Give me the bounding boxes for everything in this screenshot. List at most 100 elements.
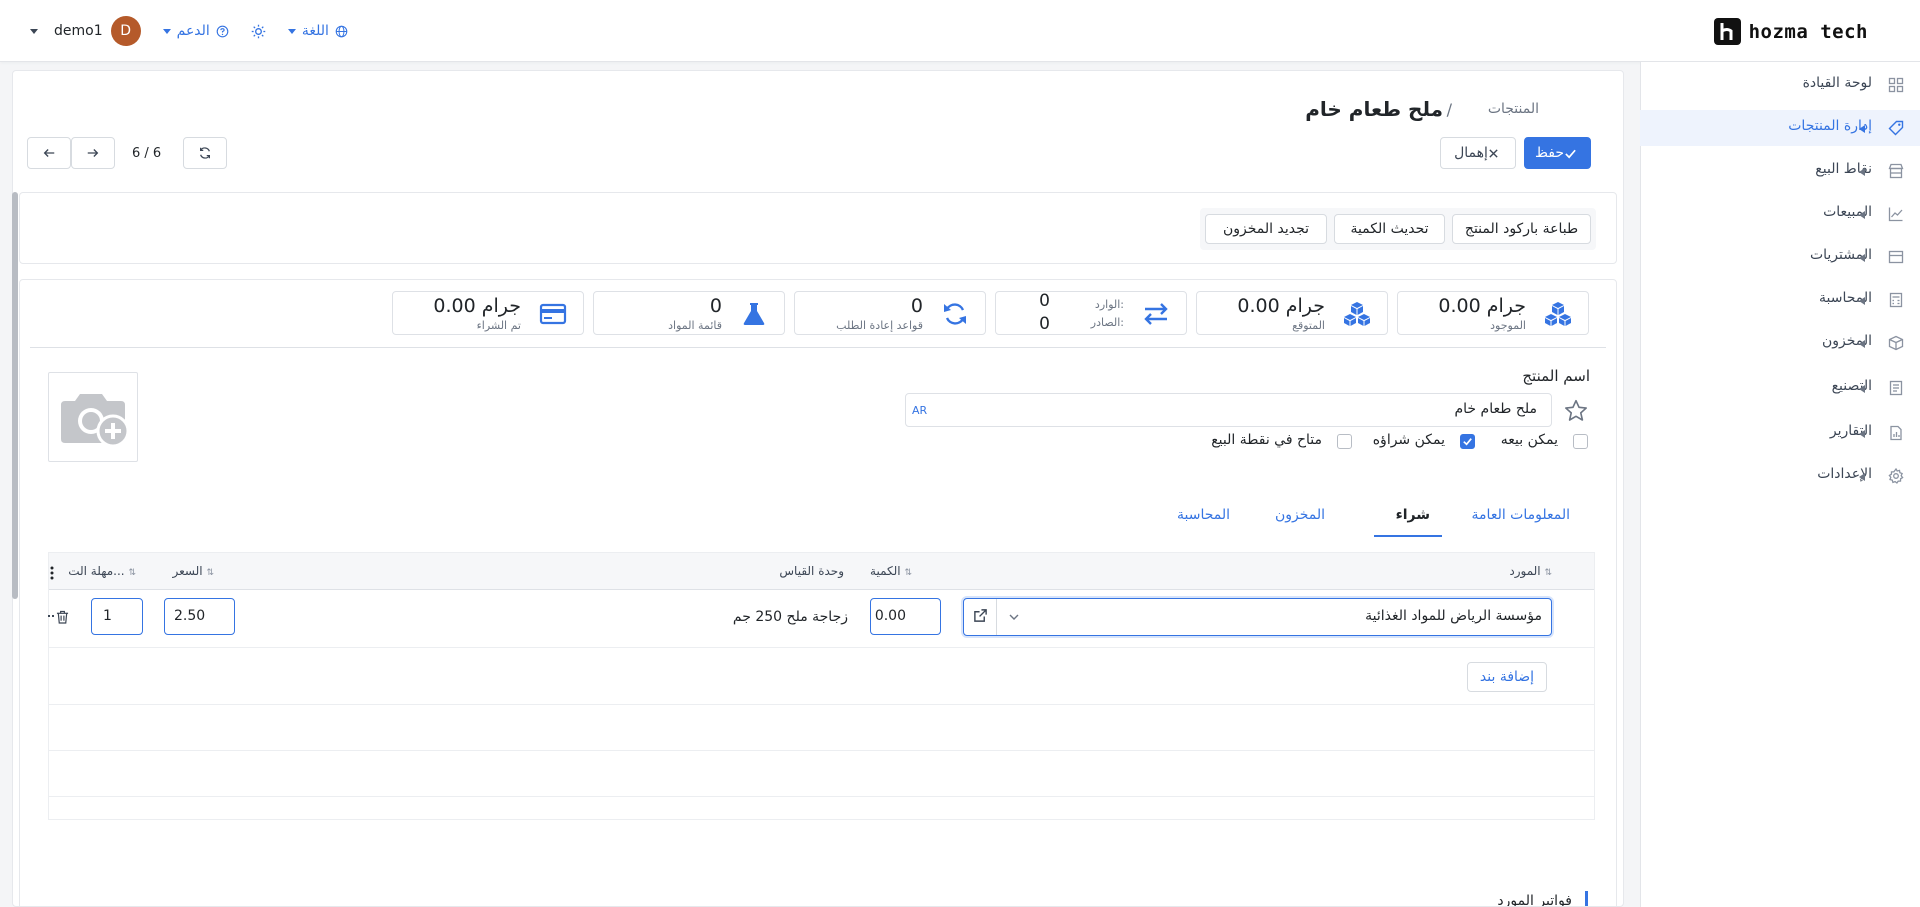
sort-icon: ⇅ [1544, 568, 1552, 578]
row-divider [49, 796, 1594, 797]
caret-left-icon[interactable] [1859, 125, 1865, 133]
column-header-label: الكمية [870, 564, 901, 578]
caret-left-icon[interactable] [1859, 297, 1865, 305]
caret-left-icon[interactable] [1859, 211, 1865, 219]
stat-purchased[interactable]: 0.00 جرام تم الشراء [392, 291, 584, 335]
stat-in-out[interactable]: الوارد: 0 الصادر: 0 [995, 291, 1187, 335]
flask-icon [740, 301, 768, 327]
sidebar-item-dashboard[interactable]: لوحة القيادة [1640, 67, 1920, 103]
price-input[interactable]: 2.50 [164, 598, 235, 635]
caret-left-icon[interactable] [1859, 385, 1865, 393]
lead-time-value: 1 [103, 608, 112, 624]
can-sell-checkbox[interactable] [1573, 434, 1588, 449]
add-line-button[interactable]: إضافة بند [1467, 662, 1547, 692]
main-panel: المنتجات / ملح طعام خام حفظ إهمال 6 / 6 … [12, 70, 1624, 907]
stat-bom[interactable]: 0 قائمة المواد [593, 291, 785, 335]
available-in-pos-checkbox[interactable] [1337, 434, 1352, 449]
caret-left-icon[interactable] [1859, 473, 1865, 481]
actions-group: طباعة باركود المنتج تحديث الكمية تجديد ا… [1200, 208, 1596, 250]
column-options-icon[interactable] [49, 566, 55, 580]
column-header-label: مهلة الت... [68, 564, 125, 578]
avatar[interactable]: D [110, 16, 141, 46]
active-tab-indicator [1374, 535, 1442, 537]
vendor-select[interactable]: مؤسسة الرياض للمواد الغذائية [963, 598, 1552, 636]
outgoing-label: الصادر: [1090, 316, 1124, 329]
stat-value: 0.00 جرام [1237, 295, 1325, 317]
box-icon [1888, 335, 1904, 351]
incoming-value: 0 [1039, 291, 1050, 311]
can-sell-label: يمكن بيعه [1500, 432, 1558, 448]
chevron-down-icon[interactable] [1008, 611, 1020, 623]
incoming-label: الوارد: [1094, 298, 1124, 311]
sort-icon: ⇅ [128, 568, 136, 578]
refresh-button[interactable] [183, 137, 227, 169]
sidebar-item-sales[interactable]: المبيعات [1640, 196, 1920, 232]
external-link-icon [973, 608, 988, 623]
caret-left-icon[interactable] [1859, 430, 1865, 438]
refresh-icon [198, 146, 212, 160]
language-label: اللغة [301, 23, 329, 39]
lead-time-input[interactable]: 1 [91, 598, 143, 635]
sort-icon: ⇅ [206, 568, 214, 578]
sidebar-item-inventory[interactable]: المخزون [1640, 325, 1920, 361]
row-divider [49, 750, 1594, 751]
language-badge[interactable]: AR [912, 404, 927, 417]
tab-inventory[interactable]: المخزون [1275, 507, 1325, 523]
sidebar-item-settings[interactable]: الإعدادات [1640, 458, 1920, 494]
price-value: 2.50 [174, 608, 206, 624]
column-header-lead-time[interactable]: مهلة الت... ⇅ [68, 564, 136, 578]
can-buy-checkbox[interactable] [1460, 434, 1475, 449]
pager-value: 6 / 6 [132, 146, 162, 161]
update-quantity-button[interactable]: تحديث الكمية [1334, 214, 1445, 244]
sidebar-item-products[interactable]: إدارة المنتجات [1640, 110, 1920, 146]
sidebar-item-accounting[interactable]: المحاسبة [1640, 282, 1920, 318]
uom-value[interactable]: زجاجة ملح 250 جم [733, 609, 848, 625]
sidebar-item-label: التصنيع [1831, 378, 1872, 394]
star-icon[interactable] [1563, 398, 1589, 424]
caret-left-icon[interactable] [1859, 254, 1865, 262]
discard-button[interactable]: إهمال [1440, 137, 1516, 169]
globe-icon [335, 25, 348, 38]
calculator-icon [1888, 292, 1904, 308]
save-button[interactable]: حفظ [1524, 137, 1591, 169]
print-barcode-button[interactable]: طباعة باركود المنتج [1452, 214, 1591, 244]
tab-general-info[interactable]: المعلومات العامة [1472, 507, 1570, 523]
product-name-input[interactable]: ملح طعام خام AR [905, 393, 1552, 427]
table-header: المورد ⇅ الكمية ⇅ وحدة القياس السعر ⇅ مه… [49, 553, 1594, 590]
stat-on-hand[interactable]: 0.00 جرام الموجود [1397, 291, 1589, 335]
stat-reorder-rules[interactable]: 0 قواعد إعادة الطلب [794, 291, 986, 335]
brand-logo[interactable]: hozma tech [1713, 18, 1868, 45]
column-header-vendor[interactable]: المورد ⇅ [1509, 564, 1552, 578]
language-menu[interactable]: اللغة [287, 23, 348, 39]
next-record-button[interactable] [71, 137, 115, 169]
caret-left-icon[interactable] [1859, 340, 1865, 348]
column-header-quantity[interactable]: الكمية ⇅ [870, 564, 912, 578]
user-menu[interactable]: demo1 D [30, 16, 141, 46]
caret-left-icon[interactable] [1859, 168, 1865, 176]
dashboard-icon [1888, 77, 1904, 93]
theme-toggle[interactable] [251, 24, 266, 39]
sidebar-item-purchases[interactable]: المشتريات [1640, 239, 1920, 275]
column-header-price[interactable]: السعر ⇅ [173, 564, 214, 578]
sidebar-item-reports[interactable]: التقارير [1640, 415, 1920, 451]
quantity-input[interactable]: 0.00 [870, 598, 941, 635]
replenish-button[interactable]: تجديد المخزون [1205, 214, 1327, 244]
row-more-icon[interactable] [48, 615, 54, 617]
tab-accounting[interactable]: المحاسبة [1177, 507, 1230, 523]
open-record-button[interactable] [964, 599, 997, 635]
breadcrumb-parent[interactable]: المنتجات [1488, 101, 1539, 117]
stat-forecast[interactable]: 0.00 جرام المتوقع [1196, 291, 1388, 335]
trash-icon[interactable] [56, 610, 69, 624]
sidebar-item-manufacturing[interactable]: التصنيع [1640, 370, 1920, 406]
scrollbar[interactable] [12, 192, 18, 599]
top-bar: hozma tech demo1 D الدعم اللغة [0, 0, 1920, 62]
product-image-upload[interactable] [48, 372, 138, 462]
available-in-pos-label: متاح في نقطة البيع [1211, 432, 1322, 448]
support-menu[interactable]: الدعم [162, 23, 229, 39]
tab-purchase[interactable]: شراء [1396, 507, 1430, 523]
previous-record-button[interactable] [27, 137, 71, 169]
sidebar-item-pos[interactable]: نقاط البيع [1640, 153, 1920, 189]
column-header-uom[interactable]: وحدة القياس [779, 564, 844, 578]
page-title: ملح طعام خام [1305, 97, 1443, 121]
quantity-value: 0.00 [874, 608, 906, 624]
